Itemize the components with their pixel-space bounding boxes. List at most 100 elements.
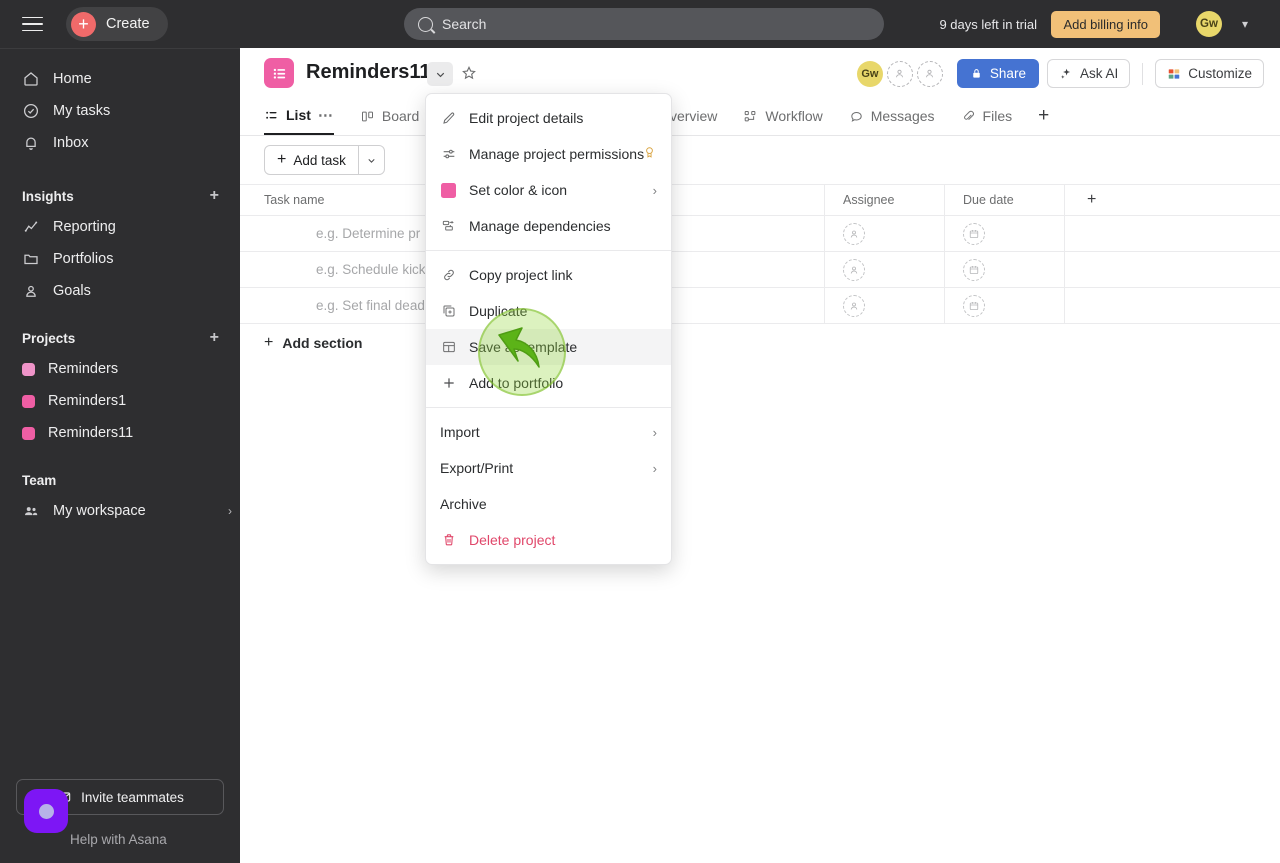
help-with-asana[interactable]: Help with Asana bbox=[16, 832, 167, 847]
add-billing-info-button[interactable]: Add billing info bbox=[1051, 11, 1160, 38]
section-title: Team bbox=[22, 472, 57, 488]
menu-item-import[interactable]: Import › bbox=[426, 414, 671, 450]
table-row[interactable]: e.g. Determine pr bbox=[240, 216, 1280, 252]
calendar-glyph bbox=[969, 229, 979, 238]
sidebar-item-reminders11[interactable]: Reminders11 bbox=[8, 417, 232, 449]
add-column-button[interactable]: + bbox=[1065, 185, 1240, 215]
chevron-down-icon bbox=[368, 158, 375, 163]
due-date-cell[interactable] bbox=[945, 252, 1065, 287]
sidebar-item-goals[interactable]: Goals bbox=[8, 275, 232, 307]
ask-ai-button[interactable]: Ask AI bbox=[1046, 59, 1131, 88]
menu-item-manage-dependencies[interactable]: Manage dependencies bbox=[426, 208, 671, 244]
menu-item-archive[interactable]: Archive bbox=[426, 486, 671, 522]
plus-icon[interactable]: + bbox=[207, 329, 222, 347]
add-tab-button[interactable]: + bbox=[1038, 99, 1049, 135]
customize-button[interactable]: Customize bbox=[1155, 59, 1264, 88]
member-avatar[interactable]: Gw bbox=[856, 60, 883, 87]
paperclip-icon bbox=[963, 110, 974, 120]
chevron-right-icon: › bbox=[652, 460, 657, 476]
chevron-right-icon[interactable]: › bbox=[228, 504, 232, 518]
table-row[interactable]: e.g. Schedule kick bbox=[240, 252, 1280, 288]
menu-item-save-as-template[interactable]: Save as template bbox=[426, 329, 671, 365]
table-row[interactable]: e.g. Set final dead bbox=[240, 288, 1280, 324]
tab-board[interactable]: Board bbox=[360, 99, 419, 135]
star-icon[interactable] bbox=[460, 64, 478, 87]
tab-messages[interactable]: Messages bbox=[849, 99, 935, 135]
tab-label: Board bbox=[381, 108, 420, 124]
share-button[interactable]: Share bbox=[956, 59, 1039, 88]
goal-icon bbox=[26, 285, 36, 297]
menu-separator bbox=[426, 407, 671, 408]
menu-item-export-print[interactable]: Export/Print › bbox=[426, 450, 671, 486]
tab-files[interactable]: Files bbox=[961, 99, 1012, 135]
invite-slot[interactable] bbox=[916, 60, 943, 87]
person-placeholder-icon[interactable] bbox=[843, 258, 865, 281]
task-name-placeholder: e.g. Determine pr bbox=[316, 226, 421, 241]
column-header-assignee[interactable]: Assignee bbox=[825, 185, 945, 215]
menu-item-copy-project-link[interactable]: Copy project link bbox=[426, 257, 671, 293]
tab-list[interactable]: List ⋯ bbox=[264, 99, 334, 135]
help-dot-icon bbox=[38, 803, 54, 819]
add-section-button[interactable]: + Add section bbox=[240, 324, 1280, 362]
people-icon bbox=[25, 507, 38, 516]
due-date-cell[interactable] bbox=[945, 216, 1065, 251]
assignee-cell[interactable] bbox=[825, 252, 945, 287]
sidebar: Home My tasks Inbox Insights + Reporting bbox=[0, 48, 240, 863]
create-button-label: Create bbox=[106, 16, 150, 32]
search-placeholder: Search bbox=[442, 16, 487, 32]
chevron-right-icon: › bbox=[652, 424, 657, 440]
sidebar-item-reporting[interactable]: Reporting bbox=[8, 211, 232, 243]
sidebar-item-label: Reminders11 bbox=[48, 425, 134, 441]
menu-item-label: Add to portfolio bbox=[469, 375, 564, 391]
due-date-cell[interactable] bbox=[945, 288, 1065, 323]
chevron-down-icon[interactable]: ▾ bbox=[1242, 17, 1248, 31]
plus-icon[interactable]: + bbox=[207, 187, 222, 205]
sidebar-item-portfolios[interactable]: Portfolios bbox=[8, 243, 232, 275]
calendar-placeholder-icon[interactable] bbox=[963, 222, 985, 245]
add-task-dropdown[interactable] bbox=[357, 146, 384, 174]
sidebar-item-label: Reporting bbox=[53, 219, 116, 235]
menu-item-duplicate[interactable]: Duplicate bbox=[426, 293, 671, 329]
column-header-due-date[interactable]: Due date bbox=[945, 185, 1065, 215]
menu-item-add-to-portfolio[interactable]: Add to portfolio bbox=[426, 365, 671, 401]
chat-icon bbox=[851, 111, 862, 122]
sidebar-item-label: Inbox bbox=[53, 135, 89, 151]
star-glyph bbox=[462, 66, 476, 80]
add-section-label: Add section bbox=[282, 335, 363, 351]
section-title: Insights bbox=[22, 188, 74, 204]
sidebar-item-home[interactable]: Home bbox=[8, 63, 232, 95]
person-placeholder-icon[interactable] bbox=[843, 222, 865, 245]
sidebar-item-label: Home bbox=[53, 71, 92, 87]
sidebar-item-reminders1[interactable]: Reminders1 bbox=[8, 385, 232, 417]
calendar-placeholder-icon[interactable] bbox=[963, 294, 985, 317]
menu-item-manage-project-permissions[interactable]: Manage project permissions bbox=[426, 136, 671, 172]
menu-item-label: Edit project details bbox=[469, 110, 584, 126]
tab-workflow[interactable]: Workflow bbox=[743, 99, 823, 135]
tab-overflow-icon[interactable]: ⋯ bbox=[318, 106, 334, 124]
invite-slot[interactable] bbox=[886, 60, 913, 87]
assignee-cell[interactable] bbox=[825, 288, 945, 323]
calendar-placeholder-icon[interactable] bbox=[963, 258, 985, 281]
sidebar-item-reminders[interactable]: Reminders bbox=[8, 353, 232, 385]
hamburger-icon[interactable] bbox=[22, 12, 46, 36]
help-widget-button[interactable] bbox=[24, 789, 68, 833]
project-menu-toggle[interactable] bbox=[427, 62, 453, 86]
sidebar-item-my-tasks[interactable]: My tasks bbox=[8, 95, 232, 127]
person-placeholder-icon[interactable] bbox=[843, 294, 865, 317]
menu-item-label: Copy project link bbox=[469, 267, 573, 283]
search-input[interactable]: Search bbox=[404, 8, 884, 40]
user-avatar[interactable]: Gw bbox=[1196, 11, 1222, 37]
menu-item-edit-project-details[interactable]: Edit project details bbox=[426, 100, 671, 136]
sidebar-item-inbox[interactable]: Inbox bbox=[8, 127, 232, 159]
row-extra-cell bbox=[1065, 288, 1240, 323]
customize-label: Customize bbox=[1188, 66, 1252, 81]
person-icon bbox=[896, 69, 904, 78]
assignee-cell[interactable] bbox=[825, 216, 945, 251]
add-task-button[interactable]: + Add task bbox=[264, 145, 385, 175]
sidebar-item-my-workspace[interactable]: My workspace › bbox=[8, 495, 232, 527]
menu-item-delete-project[interactable]: Delete project bbox=[426, 522, 671, 558]
menu-item-set-color-and-icon[interactable]: Set color & icon › bbox=[426, 172, 671, 208]
folder-icon bbox=[24, 254, 38, 265]
sidebar-insights-group: Insights + Reporting Portfolios Goals bbox=[0, 181, 240, 307]
create-button[interactable]: + Create bbox=[66, 7, 168, 41]
